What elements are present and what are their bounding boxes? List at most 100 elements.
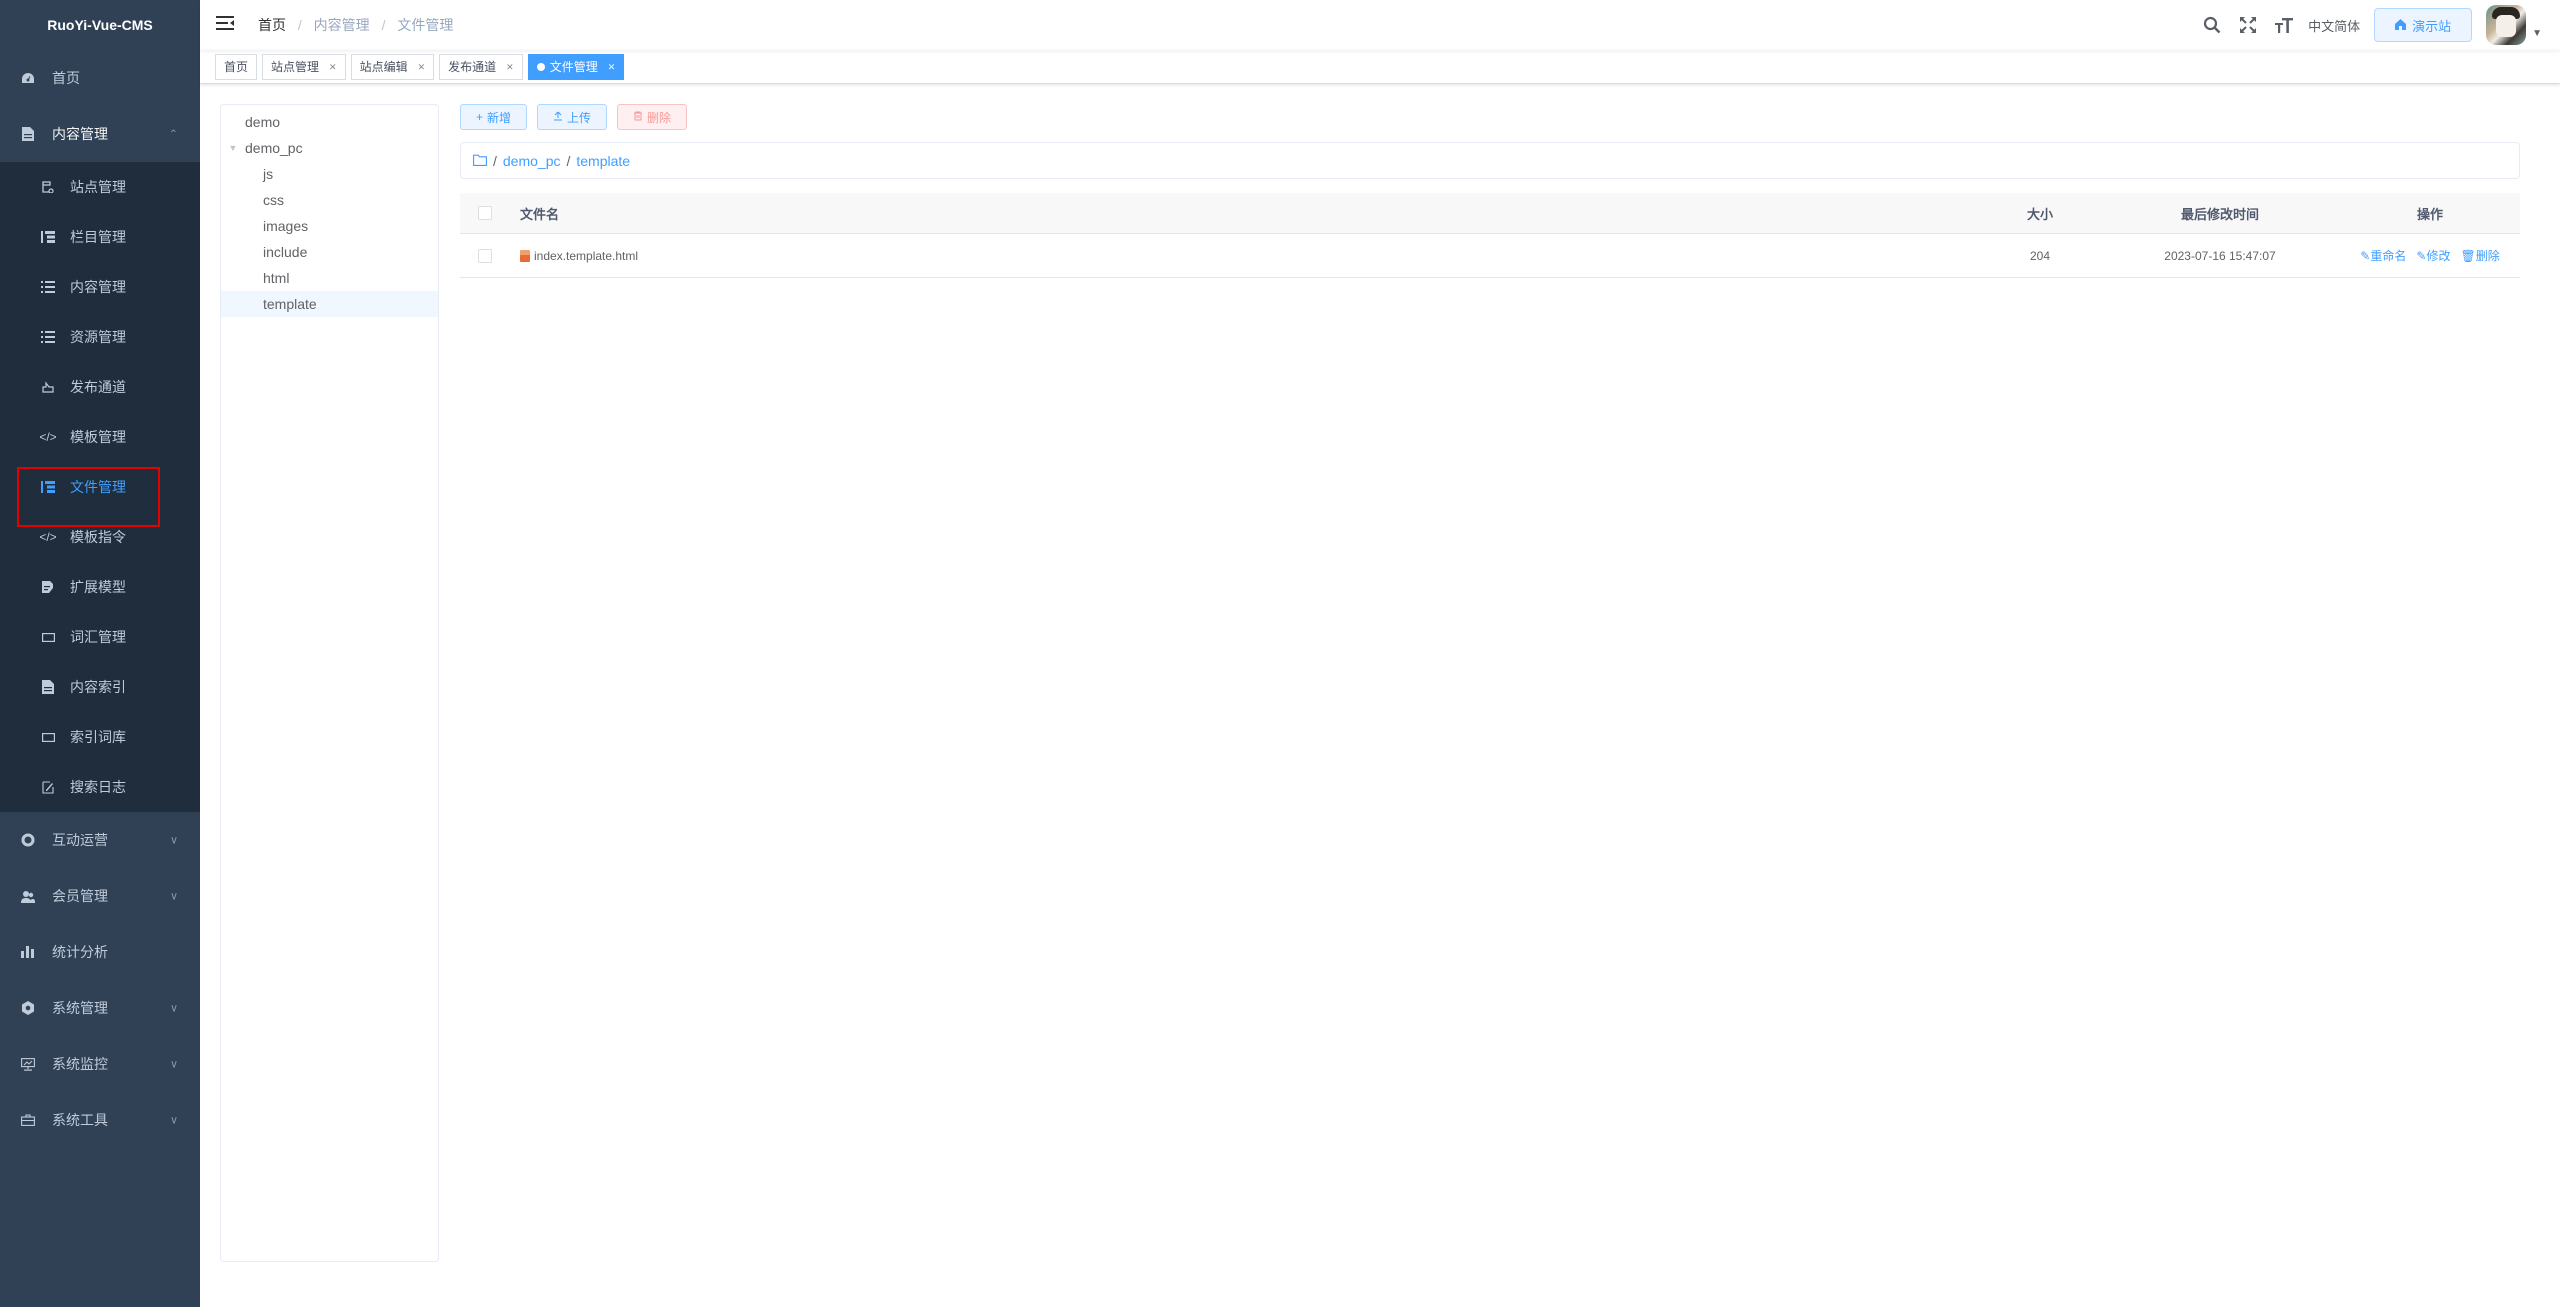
tree-node-js[interactable]: js: [221, 161, 438, 187]
sidebar-item-interaction[interactable]: 互动运营 ∨: [0, 812, 200, 868]
folder-icon[interactable]: [473, 153, 487, 169]
demo-site-button[interactable]: 演示站: [2374, 8, 2473, 42]
edit-button[interactable]: ✎修改: [2416, 247, 2450, 264]
file-table: 文件名 大小 最后修改时间 操作 index.template.html 204…: [460, 193, 2520, 278]
tree-node-label: css: [263, 192, 284, 208]
sidebar-item-tools[interactable]: 系统工具 ∨: [0, 1092, 200, 1148]
path-segment[interactable]: template: [576, 153, 630, 169]
sidebar-item-extend-model[interactable]: 扩展模型: [0, 562, 200, 612]
sidebar-item-index-dict[interactable]: 索引词库: [0, 712, 200, 762]
upload-label: 上传: [567, 110, 592, 125]
toolbar: + 新增 上传 删除: [460, 104, 2520, 130]
close-icon[interactable]: ✕: [418, 55, 426, 79]
sidebar-item-label: 内容管理: [70, 279, 126, 295]
list-icon: [40, 329, 56, 345]
breadcrumb-item-current: 文件管理: [397, 17, 454, 33]
upload-icon: [553, 110, 563, 124]
chevron-down-icon: ∨: [169, 890, 178, 903]
tree-node-label: include: [263, 244, 308, 260]
sidebar-item-label: 系统管理: [52, 1000, 108, 1016]
sidebar-item-search-log[interactable]: 搜索日志: [0, 762, 200, 812]
language-switch[interactable]: 中文简体: [2308, 16, 2360, 35]
sidebar-item-label: 会员管理: [52, 888, 108, 904]
sidebar-item-label: 内容索引: [70, 679, 126, 695]
sidebar-item-file-management[interactable]: 文件管理: [0, 462, 200, 527]
tree-node-css[interactable]: css: [221, 187, 438, 213]
sidebar-item-statistics[interactable]: 统计分析: [0, 924, 200, 980]
sidebar-item-monitor[interactable]: 系统监控 ∨: [0, 1036, 200, 1092]
tag-publish-pipe[interactable]: 发布通道 ✕: [439, 53, 523, 80]
close-icon[interactable]: ✕: [329, 55, 337, 79]
tree-node-demo[interactable]: demo: [221, 109, 438, 135]
sidebar-item-catalog[interactable]: 栏目管理: [0, 212, 200, 262]
close-icon[interactable]: ✕: [506, 55, 514, 79]
code-icon: </>: [39, 430, 57, 444]
input-icon: [40, 729, 56, 745]
form-icon: [40, 579, 56, 595]
delete-button[interactable]: 删除: [617, 104, 688, 130]
tree-table-icon: [40, 229, 56, 245]
sidebar-item-vocabulary[interactable]: 词汇管理: [0, 612, 200, 662]
dashboard-icon: [20, 70, 36, 86]
tag-home[interactable]: 首页: [215, 53, 258, 80]
sidebar-item-label: 统计分析: [52, 944, 108, 960]
tag-file-management[interactable]: 文件管理 ✕: [527, 53, 625, 80]
font-size-icon[interactable]: [2266, 0, 2302, 50]
chevron-down-icon: ∨: [169, 1002, 178, 1015]
add-button[interactable]: + 新增: [460, 104, 528, 130]
sidebar-item-template-directive[interactable]: </> 模板指令: [0, 512, 200, 562]
sidebar-item-content-management[interactable]: 内容管理 ⌃: [0, 106, 200, 162]
hamburger-icon[interactable]: [216, 15, 236, 35]
path-separator: /: [493, 152, 497, 169]
table-header: 文件名 大小 最后修改时间 操作: [460, 193, 2520, 234]
upload-button[interactable]: 上传: [537, 104, 608, 130]
app-logo-title[interactable]: RuoYi-Vue-CMS: [0, 0, 200, 50]
rename-button[interactable]: ✎重命名: [2360, 247, 2406, 264]
navbar: 首页 / 内容管理 / 文件管理 中文简体 演示站 ▼: [200, 0, 2560, 50]
sidebar-item-member[interactable]: 会员管理 ∨: [0, 868, 200, 924]
breadcrumb-item-home[interactable]: 首页: [258, 17, 286, 33]
tree-node-include[interactable]: include: [221, 239, 438, 265]
tag-site-management[interactable]: 站点管理 ✕: [262, 53, 346, 80]
sidebar-item-resource[interactable]: 资源管理: [0, 312, 200, 362]
row-delete-button[interactable]: 🗑删除: [2460, 247, 2499, 264]
sidebar-item-content-index[interactable]: 内容索引: [0, 662, 200, 712]
search-icon[interactable]: [2194, 0, 2230, 50]
tree-node-label: js: [263, 166, 274, 182]
tree-node-template[interactable]: template: [221, 291, 438, 317]
sidebar-item-system[interactable]: 系统管理 ∨: [0, 980, 200, 1036]
document-icon: [20, 126, 36, 142]
sidebar-item-label: 首页: [52, 70, 80, 86]
publish-icon: [40, 379, 56, 395]
sidebar-item-site[interactable]: 站点管理: [0, 162, 200, 212]
sidebar-item-template[interactable]: </> 模板管理: [0, 412, 200, 462]
sidebar-item-label: 系统监控: [52, 1056, 108, 1072]
sidebar-item-content[interactable]: 内容管理: [0, 262, 200, 312]
path-segment[interactable]: demo_pc: [503, 153, 561, 169]
breadcrumb-separator: /: [381, 17, 386, 33]
sidebar-item-label: 搜索日志: [70, 779, 126, 795]
row-actions: ✎重命名 ✎修改 🗑删除: [2340, 247, 2520, 264]
sidebar-item-label: 索引词库: [70, 729, 126, 745]
fullscreen-icon[interactable]: [2230, 0, 2266, 50]
column-header-size: 大小: [2026, 206, 2053, 222]
sidebar-item-publish-pipe[interactable]: 发布通道: [0, 362, 200, 412]
code-icon: </>: [39, 530, 57, 544]
plus-icon: +: [476, 110, 484, 124]
select-all-checkbox[interactable]: [478, 206, 492, 220]
tree-node-demo-pc[interactable]: ▼ demo_pc: [221, 135, 438, 161]
edit-icon: ✎: [2416, 249, 2427, 263]
sidebar-item-home[interactable]: 首页: [0, 50, 200, 106]
caret-down-icon[interactable]: ▼: [221, 143, 245, 153]
caret-down-icon[interactable]: ▼: [2532, 28, 2542, 39]
tree-node-images[interactable]: images: [221, 213, 438, 239]
close-icon[interactable]: ✕: [608, 55, 616, 79]
tree-node-html[interactable]: html: [221, 265, 438, 291]
header-checkbox-cell: [460, 206, 510, 220]
edit-icon: [40, 779, 56, 795]
file-name[interactable]: index.template.html: [534, 249, 638, 263]
user-avatar[interactable]: [2486, 5, 2527, 45]
row-checkbox[interactable]: [478, 248, 492, 263]
active-dot-icon: [536, 62, 545, 71]
tag-site-edit[interactable]: 站点编辑 ✕: [350, 53, 435, 80]
